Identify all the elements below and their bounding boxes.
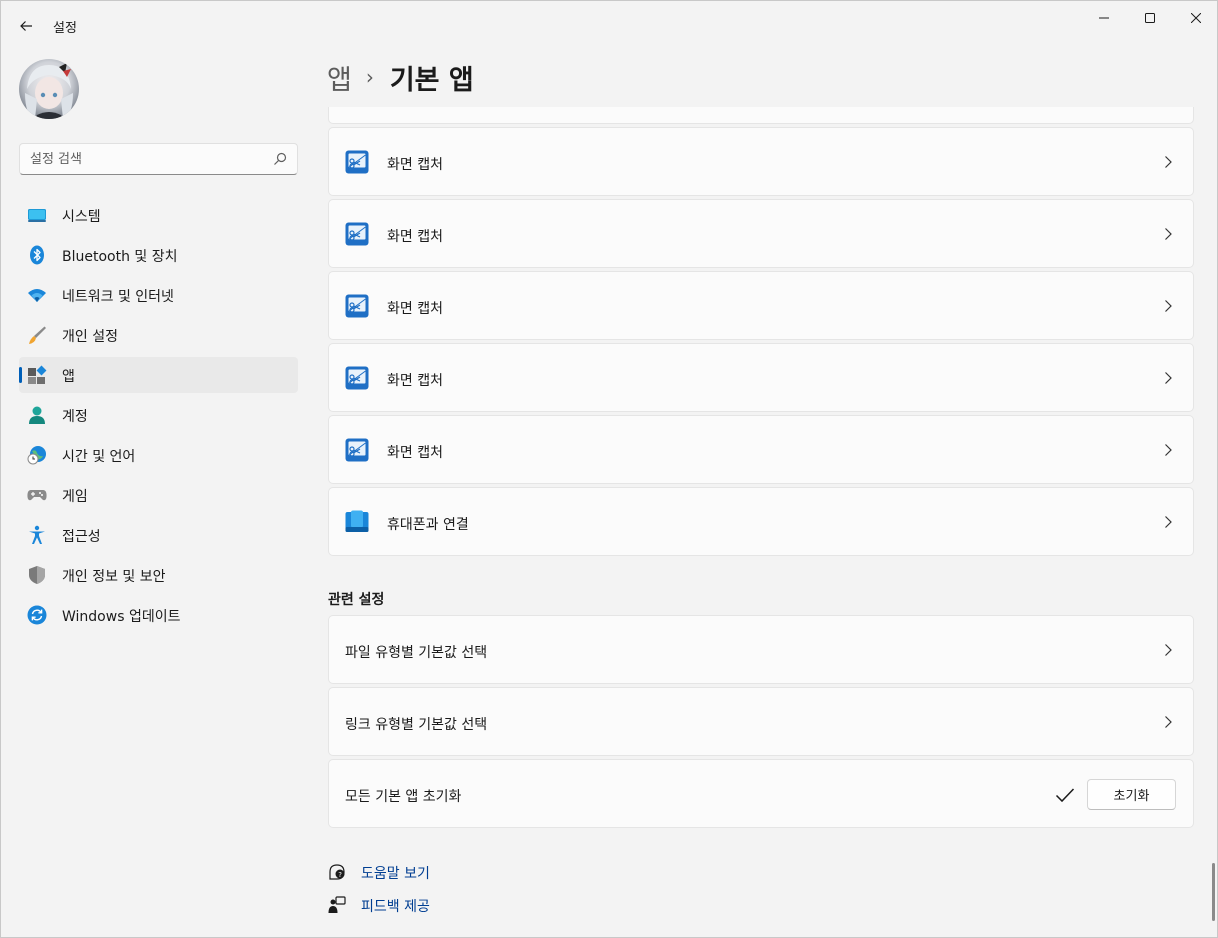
sidebar-item-network[interactable]: 네트워크 및 인터넷: [19, 277, 298, 313]
reset-button[interactable]: 초기화: [1087, 779, 1176, 810]
snipping-tool-icon: [345, 366, 369, 390]
back-button[interactable]: [13, 13, 39, 39]
shield-icon: [29, 566, 45, 584]
chevron-right-icon: [1165, 716, 1172, 728]
sidebar-item-windows-update[interactable]: Windows 업데이트: [19, 597, 298, 633]
close-icon: [1191, 13, 1201, 23]
app-title: 설정: [53, 21, 77, 36]
sidebar-nav: 시스템 Bluetooth 및 장치 네트워크 및 인터넷 개인 설정 앱 계정…: [19, 197, 298, 637]
chevron-right-icon: [1165, 372, 1172, 384]
scrollbar-thumb[interactable]: [1212, 863, 1215, 921]
chevron-right-icon: [1165, 156, 1172, 168]
accessibility-icon: [29, 525, 45, 544]
app-card-snipping-tool[interactable]: 화면 캡처: [328, 271, 1194, 340]
bluetooth-icon: [30, 245, 44, 265]
sidebar-item-label: 개인 정보 및 보안: [62, 569, 166, 585]
minimize-button[interactable]: [1081, 1, 1127, 35]
sidebar-item-privacy[interactable]: 개인 정보 및 보안: [19, 557, 298, 593]
svg-text:?: ?: [338, 871, 342, 879]
chevron-right-icon: [1165, 300, 1172, 312]
avatar-image: [25, 63, 73, 119]
choose-defaults-by-link-type[interactable]: 링크 유형별 기본값 선택: [328, 687, 1194, 756]
breadcrumb-parent[interactable]: 앱: [327, 58, 352, 97]
related-item-label: 파일 유형별 기본값 선택: [345, 645, 488, 661]
maximize-icon: [1145, 13, 1155, 23]
search-input[interactable]: [30, 149, 270, 169]
reset-label: 모든 기본 앱 초기화: [345, 789, 462, 805]
back-arrow-icon: [20, 21, 32, 31]
sidebar-item-accounts[interactable]: 계정: [19, 397, 298, 433]
snipping-tool-icon: [345, 294, 369, 318]
sidebar-item-accessibility[interactable]: 접근성: [19, 517, 298, 553]
snipping-tool-icon: [345, 222, 369, 246]
feedback-icon: [328, 896, 346, 913]
app-card-partial[interactable]: [328, 107, 1194, 124]
sidebar-item-label: 네트워크 및 인터넷: [62, 289, 174, 305]
app-card-snipping-tool[interactable]: 화면 캡처: [328, 199, 1194, 268]
app-card-snipping-tool[interactable]: 화면 캡처: [328, 127, 1194, 196]
sidebar-item-apps[interactable]: 앱: [19, 357, 298, 393]
app-card-phone-link[interactable]: 휴대폰과 연결: [328, 487, 1194, 556]
page-title: 기본 앱: [389, 64, 474, 96]
app-card-label: 화면 캡처: [387, 445, 443, 461]
sidebar-item-system[interactable]: 시스템: [19, 197, 298, 233]
related-settings-heading: 관련 설정: [328, 592, 385, 608]
sidebar-item-bluetooth[interactable]: Bluetooth 및 장치: [19, 237, 298, 273]
close-button[interactable]: [1173, 1, 1218, 35]
chevron-right-icon: [1165, 644, 1172, 656]
link-text[interactable]: 피드백 제공: [361, 896, 430, 916]
sidebar-item-label: Windows 업데이트: [62, 609, 181, 625]
phone-link-icon: [345, 510, 369, 532]
wifi-icon: [28, 289, 46, 302]
related-item-label: 링크 유형별 기본값 선택: [345, 717, 488, 733]
choose-defaults-by-file-type[interactable]: 파일 유형별 기본값 선택: [328, 615, 1194, 684]
account-icon: [29, 406, 45, 424]
app-card-label: 휴대폰과 연결: [387, 517, 469, 533]
user-avatar[interactable]: [19, 59, 79, 119]
sidebar-item-time-language[interactable]: 시간 및 언어: [19, 437, 298, 473]
sidebar-item-gaming[interactable]: 게임: [19, 477, 298, 513]
snipping-tool-icon: [345, 438, 369, 462]
sidebar-item-label: 시간 및 언어: [62, 449, 136, 465]
apps-icon: [28, 365, 47, 384]
sidebar-item-label: Bluetooth 및 장치: [62, 249, 178, 265]
chevron-right-icon: [1165, 516, 1172, 528]
snipping-tool-icon: [345, 150, 369, 174]
sidebar-item-label: 접근성: [62, 529, 101, 545]
app-card-label: 화면 캡처: [387, 373, 443, 389]
app-card-snipping-tool[interactable]: 화면 캡처: [328, 415, 1194, 484]
sidebar-item-label: 앱: [62, 369, 75, 385]
title-bar: 설정: [1, 1, 1217, 49]
sidebar-item-label: 개인 설정: [62, 329, 118, 345]
brush-icon: [29, 326, 46, 344]
sidebar-item-label: 계정: [62, 409, 88, 425]
chevron-right-icon: [1165, 228, 1172, 240]
search-icon: [274, 152, 287, 165]
maximize-button[interactable]: [1127, 1, 1173, 35]
update-icon: [27, 605, 47, 625]
time-language-icon: [27, 446, 46, 465]
sidebar-item-label: 게임: [62, 489, 88, 505]
sidebar-item-personalization[interactable]: 개인 설정: [19, 317, 298, 353]
reset-default-apps-card: 모든 기본 앱 초기화 초기화: [328, 759, 1194, 828]
chevron-right-icon: [1165, 444, 1172, 456]
breadcrumb: 앱 › 기본 앱: [327, 57, 474, 97]
check-icon: [1055, 788, 1075, 803]
app-card-label: 화면 캡처: [387, 301, 443, 317]
sidebar-item-label: 시스템: [62, 209, 101, 225]
app-card-label: 화면 캡처: [387, 157, 443, 173]
app-card-label: 화면 캡처: [387, 229, 443, 245]
breadcrumb-separator: ›: [365, 65, 374, 89]
link-text[interactable]: 도움말 보기: [361, 863, 430, 883]
help-icon: ?: [329, 864, 345, 880]
system-icon: [28, 209, 46, 222]
settings-search[interactable]: [19, 143, 298, 175]
app-card-snipping-tool[interactable]: 화면 캡처: [328, 343, 1194, 412]
gamepad-icon: [27, 490, 47, 501]
settings-window: 설정 설정 검색 시스템 Bluetooth 및 장치 네트워크 및 인터넷 개…: [0, 0, 1218, 938]
minimize-icon: [1099, 17, 1109, 19]
